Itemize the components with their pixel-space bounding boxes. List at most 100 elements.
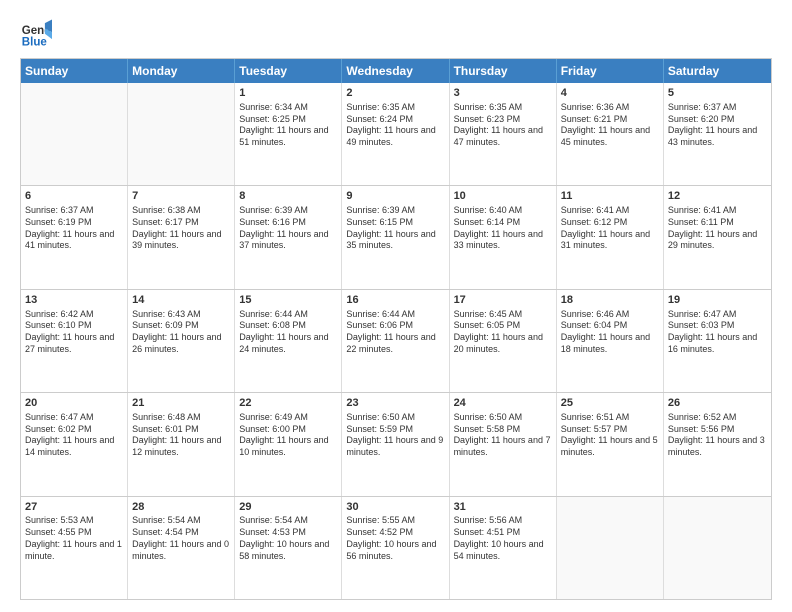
- header-day-thursday: Thursday: [450, 59, 557, 83]
- cell-info: Sunrise: 6:37 AM Sunset: 6:19 PM Dayligh…: [25, 205, 123, 252]
- calendar-cell-day-12: 12Sunrise: 6:41 AM Sunset: 6:11 PM Dayli…: [664, 186, 771, 288]
- day-number: 8: [239, 189, 337, 204]
- calendar-cell-day-13: 13Sunrise: 6:42 AM Sunset: 6:10 PM Dayli…: [21, 290, 128, 392]
- calendar-cell-day-31: 31Sunrise: 5:56 AM Sunset: 4:51 PM Dayli…: [450, 497, 557, 599]
- day-number: 3: [454, 86, 552, 101]
- calendar-cell-day-17: 17Sunrise: 6:45 AM Sunset: 6:05 PM Dayli…: [450, 290, 557, 392]
- day-number: 2: [346, 86, 444, 101]
- calendar-cell-day-27: 27Sunrise: 5:53 AM Sunset: 4:55 PM Dayli…: [21, 497, 128, 599]
- cell-info: Sunrise: 6:43 AM Sunset: 6:09 PM Dayligh…: [132, 309, 230, 356]
- calendar-row-3: 13Sunrise: 6:42 AM Sunset: 6:10 PM Dayli…: [21, 289, 771, 392]
- day-number: 18: [561, 293, 659, 308]
- day-number: 24: [454, 396, 552, 411]
- cell-info: Sunrise: 6:49 AM Sunset: 6:00 PM Dayligh…: [239, 412, 337, 459]
- cell-info: Sunrise: 6:52 AM Sunset: 5:56 PM Dayligh…: [668, 412, 767, 459]
- calendar-cell-day-3: 3Sunrise: 6:35 AM Sunset: 6:23 PM Daylig…: [450, 83, 557, 185]
- calendar-cell-day-26: 26Sunrise: 6:52 AM Sunset: 5:56 PM Dayli…: [664, 393, 771, 495]
- calendar-cell-day-21: 21Sunrise: 6:48 AM Sunset: 6:01 PM Dayli…: [128, 393, 235, 495]
- day-number: 12: [668, 189, 767, 204]
- cell-info: Sunrise: 5:56 AM Sunset: 4:51 PM Dayligh…: [454, 515, 552, 562]
- header: General Blue: [20, 16, 772, 48]
- cell-info: Sunrise: 6:47 AM Sunset: 6:03 PM Dayligh…: [668, 309, 767, 356]
- calendar-cell-day-16: 16Sunrise: 6:44 AM Sunset: 6:06 PM Dayli…: [342, 290, 449, 392]
- cell-info: Sunrise: 6:41 AM Sunset: 6:11 PM Dayligh…: [668, 205, 767, 252]
- calendar-cell-day-6: 6Sunrise: 6:37 AM Sunset: 6:19 PM Daylig…: [21, 186, 128, 288]
- header-day-friday: Friday: [557, 59, 664, 83]
- cell-info: Sunrise: 5:53 AM Sunset: 4:55 PM Dayligh…: [25, 515, 123, 562]
- calendar-cell-day-10: 10Sunrise: 6:40 AM Sunset: 6:14 PM Dayli…: [450, 186, 557, 288]
- calendar-cell-day-7: 7Sunrise: 6:38 AM Sunset: 6:17 PM Daylig…: [128, 186, 235, 288]
- day-number: 11: [561, 189, 659, 204]
- cell-info: Sunrise: 6:37 AM Sunset: 6:20 PM Dayligh…: [668, 102, 767, 149]
- calendar-cell-day-1: 1Sunrise: 6:34 AM Sunset: 6:25 PM Daylig…: [235, 83, 342, 185]
- calendar-cell-day-8: 8Sunrise: 6:39 AM Sunset: 6:16 PM Daylig…: [235, 186, 342, 288]
- calendar-cell-day-9: 9Sunrise: 6:39 AM Sunset: 6:15 PM Daylig…: [342, 186, 449, 288]
- cell-info: Sunrise: 6:45 AM Sunset: 6:05 PM Dayligh…: [454, 309, 552, 356]
- day-number: 22: [239, 396, 337, 411]
- day-number: 27: [25, 500, 123, 515]
- day-number: 16: [346, 293, 444, 308]
- calendar-cell-day-14: 14Sunrise: 6:43 AM Sunset: 6:09 PM Dayli…: [128, 290, 235, 392]
- cell-info: Sunrise: 6:46 AM Sunset: 6:04 PM Dayligh…: [561, 309, 659, 356]
- calendar-cell-day-2: 2Sunrise: 6:35 AM Sunset: 6:24 PM Daylig…: [342, 83, 449, 185]
- day-number: 30: [346, 500, 444, 515]
- day-number: 5: [668, 86, 767, 101]
- cell-info: Sunrise: 6:39 AM Sunset: 6:16 PM Dayligh…: [239, 205, 337, 252]
- logo: General Blue: [20, 16, 52, 48]
- day-number: 6: [25, 189, 123, 204]
- cell-info: Sunrise: 6:38 AM Sunset: 6:17 PM Dayligh…: [132, 205, 230, 252]
- calendar-cell-day-29: 29Sunrise: 5:54 AM Sunset: 4:53 PM Dayli…: [235, 497, 342, 599]
- calendar: SundayMondayTuesdayWednesdayThursdayFrid…: [20, 58, 772, 600]
- cell-info: Sunrise: 6:44 AM Sunset: 6:08 PM Dayligh…: [239, 309, 337, 356]
- day-number: 26: [668, 396, 767, 411]
- day-number: 10: [454, 189, 552, 204]
- calendar-cell-day-20: 20Sunrise: 6:47 AM Sunset: 6:02 PM Dayli…: [21, 393, 128, 495]
- calendar-cell-empty: [557, 497, 664, 599]
- calendar-row-5: 27Sunrise: 5:53 AM Sunset: 4:55 PM Dayli…: [21, 496, 771, 599]
- day-number: 15: [239, 293, 337, 308]
- day-number: 13: [25, 293, 123, 308]
- header-day-wednesday: Wednesday: [342, 59, 449, 83]
- day-number: 7: [132, 189, 230, 204]
- day-number: 14: [132, 293, 230, 308]
- calendar-cell-day-18: 18Sunrise: 6:46 AM Sunset: 6:04 PM Dayli…: [557, 290, 664, 392]
- day-number: 25: [561, 396, 659, 411]
- calendar-cell-day-4: 4Sunrise: 6:36 AM Sunset: 6:21 PM Daylig…: [557, 83, 664, 185]
- day-number: 21: [132, 396, 230, 411]
- cell-info: Sunrise: 6:35 AM Sunset: 6:23 PM Dayligh…: [454, 102, 552, 149]
- cell-info: Sunrise: 6:34 AM Sunset: 6:25 PM Dayligh…: [239, 102, 337, 149]
- calendar-cell-day-15: 15Sunrise: 6:44 AM Sunset: 6:08 PM Dayli…: [235, 290, 342, 392]
- header-day-tuesday: Tuesday: [235, 59, 342, 83]
- cell-info: Sunrise: 6:48 AM Sunset: 6:01 PM Dayligh…: [132, 412, 230, 459]
- calendar-cell-empty: [21, 83, 128, 185]
- calendar-cell-day-28: 28Sunrise: 5:54 AM Sunset: 4:54 PM Dayli…: [128, 497, 235, 599]
- cell-info: Sunrise: 6:50 AM Sunset: 5:58 PM Dayligh…: [454, 412, 552, 459]
- day-number: 17: [454, 293, 552, 308]
- calendar-cell-day-23: 23Sunrise: 6:50 AM Sunset: 5:59 PM Dayli…: [342, 393, 449, 495]
- day-number: 9: [346, 189, 444, 204]
- cell-info: Sunrise: 6:40 AM Sunset: 6:14 PM Dayligh…: [454, 205, 552, 252]
- calendar-cell-empty: [664, 497, 771, 599]
- calendar-body: 1Sunrise: 6:34 AM Sunset: 6:25 PM Daylig…: [21, 83, 771, 599]
- calendar-cell-day-25: 25Sunrise: 6:51 AM Sunset: 5:57 PM Dayli…: [557, 393, 664, 495]
- day-number: 31: [454, 500, 552, 515]
- cell-info: Sunrise: 6:50 AM Sunset: 5:59 PM Dayligh…: [346, 412, 444, 459]
- cell-info: Sunrise: 5:54 AM Sunset: 4:54 PM Dayligh…: [132, 515, 230, 562]
- svg-text:Blue: Blue: [22, 36, 48, 48]
- logo-icon: General Blue: [20, 16, 52, 48]
- header-day-sunday: Sunday: [21, 59, 128, 83]
- cell-info: Sunrise: 6:44 AM Sunset: 6:06 PM Dayligh…: [346, 309, 444, 356]
- calendar-cell-day-11: 11Sunrise: 6:41 AM Sunset: 6:12 PM Dayli…: [557, 186, 664, 288]
- header-day-monday: Monday: [128, 59, 235, 83]
- header-day-saturday: Saturday: [664, 59, 771, 83]
- cell-info: Sunrise: 5:55 AM Sunset: 4:52 PM Dayligh…: [346, 515, 444, 562]
- calendar-cell-day-24: 24Sunrise: 6:50 AM Sunset: 5:58 PM Dayli…: [450, 393, 557, 495]
- day-number: 28: [132, 500, 230, 515]
- calendar-cell-day-5: 5Sunrise: 6:37 AM Sunset: 6:20 PM Daylig…: [664, 83, 771, 185]
- calendar-header: SundayMondayTuesdayWednesdayThursdayFrid…: [21, 59, 771, 83]
- cell-info: Sunrise: 6:51 AM Sunset: 5:57 PM Dayligh…: [561, 412, 659, 459]
- calendar-row-2: 6Sunrise: 6:37 AM Sunset: 6:19 PM Daylig…: [21, 185, 771, 288]
- calendar-cell-day-22: 22Sunrise: 6:49 AM Sunset: 6:00 PM Dayli…: [235, 393, 342, 495]
- cell-info: Sunrise: 6:39 AM Sunset: 6:15 PM Dayligh…: [346, 205, 444, 252]
- page: General Blue SundayMondayTuesdayWednesda…: [0, 0, 792, 612]
